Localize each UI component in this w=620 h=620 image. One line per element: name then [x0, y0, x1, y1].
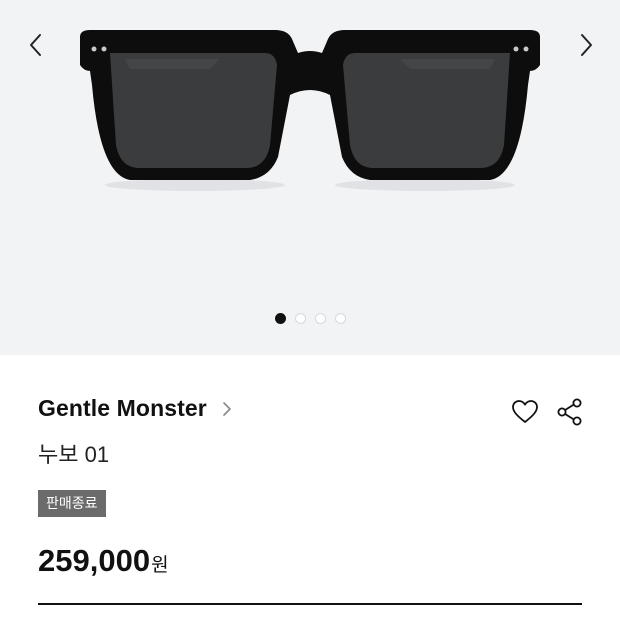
share-button[interactable]	[555, 397, 585, 427]
chevron-right-icon	[223, 401, 231, 416]
brand-link[interactable]: Gentle Monster	[38, 395, 233, 422]
product-image-gallery[interactable]	[0, 0, 620, 355]
gallery-pagination	[0, 313, 620, 329]
gallery-prev-button[interactable]	[22, 28, 52, 62]
gallery-dot-4[interactable]	[334, 313, 346, 324]
product-info: Gentle Monster 누보 01 판매종료 259,000 원	[0, 355, 620, 620]
product-price: 259,000 원	[38, 543, 169, 579]
price-value: 259,000	[38, 543, 151, 578]
status-badge: 판매종료	[38, 490, 106, 517]
brand-name[interactable]: Gentle Monster	[38, 395, 207, 422]
gallery-dot-2[interactable]	[294, 313, 306, 324]
section-divider	[38, 603, 582, 605]
price-unit: 원	[151, 555, 169, 576]
heart-icon	[512, 400, 538, 423]
like-button[interactable]	[510, 397, 540, 427]
gallery-dot-3[interactable]	[314, 313, 326, 324]
gallery-dot-1[interactable]	[274, 313, 286, 324]
gallery-next-button[interactable]	[570, 28, 600, 62]
chevron-left-icon	[30, 34, 41, 56]
product-image-sunglasses	[80, 30, 540, 191]
share-icon	[557, 398, 582, 426]
product-name: 누보 01	[38, 442, 110, 467]
chevron-right-icon	[581, 34, 592, 56]
product-detail-screen: Gentle Monster 누보 01 판매종료 259,000 원	[0, 0, 620, 620]
